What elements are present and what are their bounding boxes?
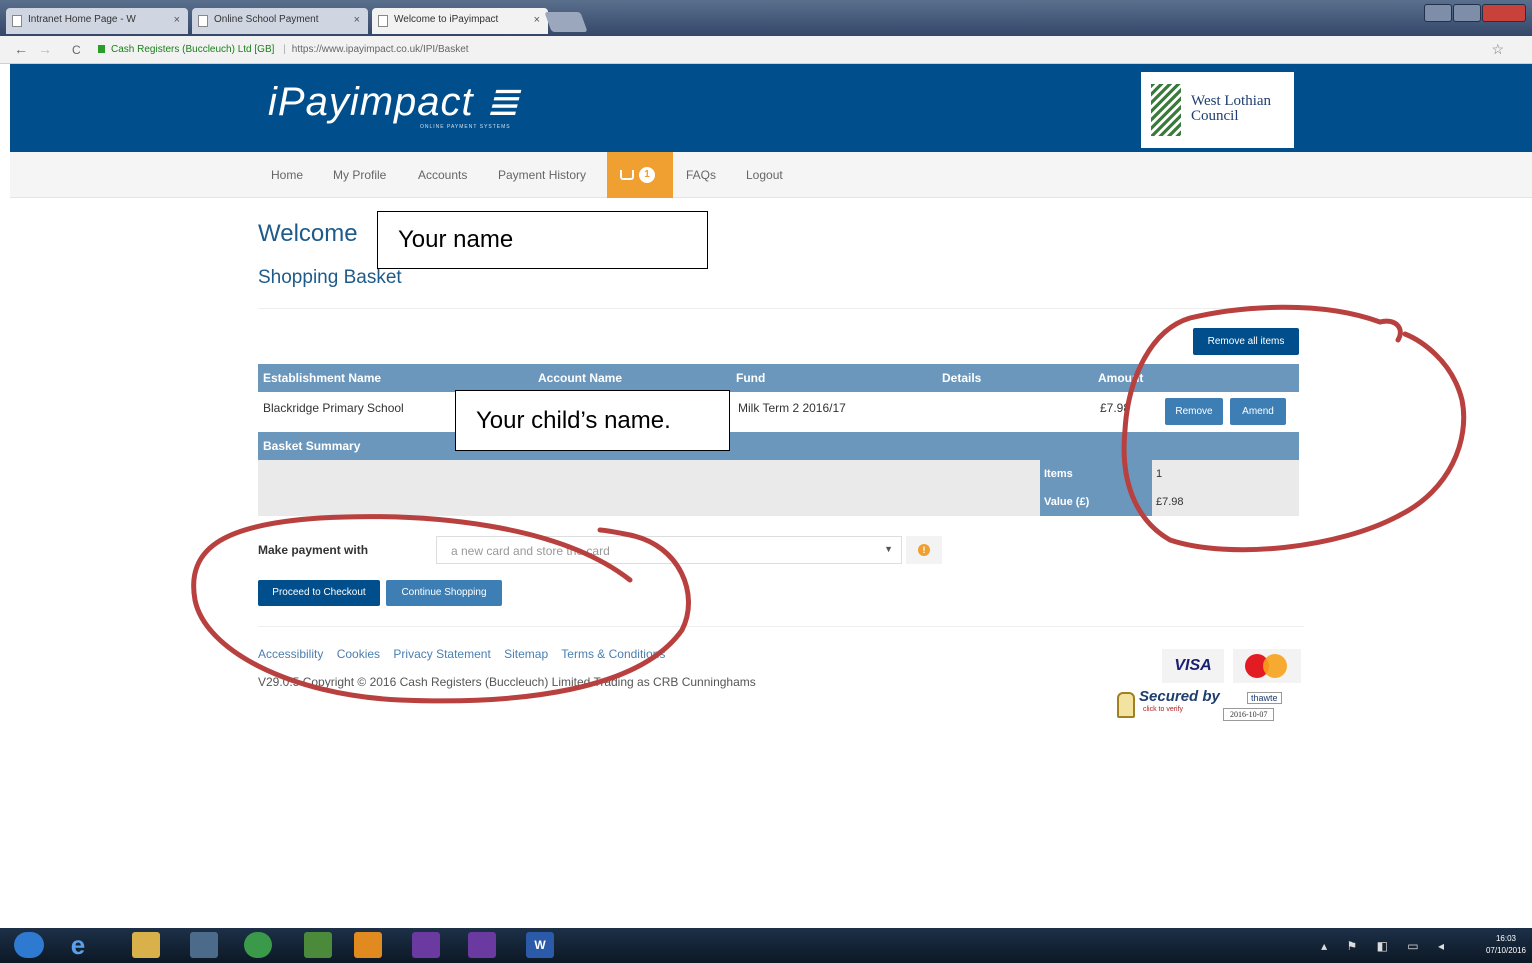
clock[interactable]: 16:03 07/10/2016	[1486, 933, 1526, 957]
internet-explorer-icon[interactable]: e	[64, 932, 92, 958]
system-tray[interactable]: ▴ ⚑ ◧ ▭ ◂	[1321, 939, 1452, 953]
excel-icon[interactable]	[304, 932, 332, 958]
taskbar: e W ▴ ⚑ ◧ ▭ ◂ 16:03 07/10/2016	[0, 928, 1532, 963]
red-circle-annotation	[1121, 304, 1467, 553]
annotation-circles	[191, 304, 1467, 704]
start-button[interactable]	[14, 932, 44, 958]
file-explorer-icon[interactable]	[132, 932, 160, 958]
app-icon[interactable]	[412, 932, 440, 958]
media-player-icon[interactable]	[190, 932, 218, 958]
red-circle-annotation	[1377, 318, 1403, 343]
word-icon[interactable]: W	[526, 932, 554, 958]
chrome-icon[interactable]	[244, 932, 272, 958]
app-icon[interactable]	[468, 932, 496, 958]
red-circle-annotation	[191, 514, 691, 704]
outlook-icon[interactable]	[354, 932, 382, 958]
